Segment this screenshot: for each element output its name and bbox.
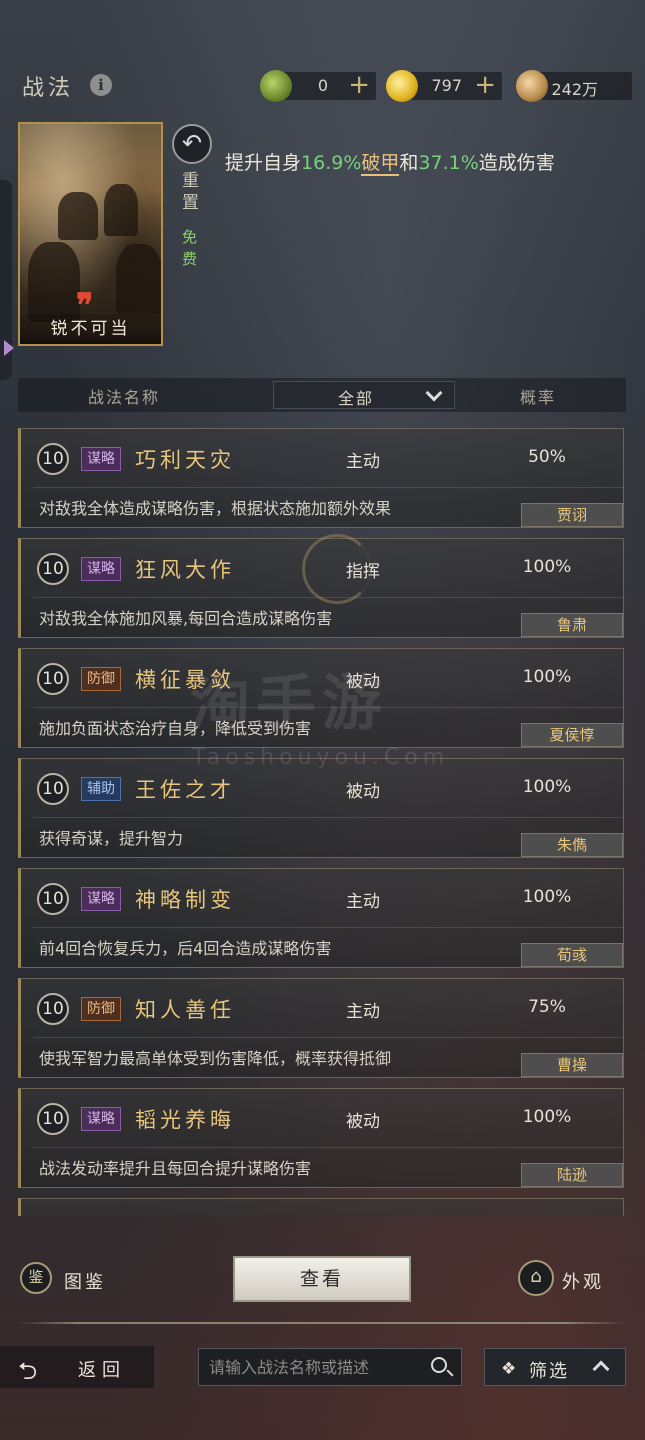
appearance-icon[interactable]: ⌂: [518, 1260, 554, 1296]
level-badge: 10: [37, 553, 69, 585]
hero-button[interactable]: 荀彧: [521, 943, 623, 967]
hero-button[interactable]: 贾诩: [521, 503, 623, 527]
tactic-tag: 防御: [81, 997, 121, 1021]
tactic-rate: 100%: [522, 1107, 572, 1127]
level-badge: 10: [37, 663, 69, 695]
tactic-row[interactable]: 10 防御 知人善任 主动 75% 使我军智力最高单体受到伤害降低，概率获得抵御…: [18, 978, 624, 1078]
tactic-description: 对敌我全体施加风暴,每回合造成谋略伤害: [39, 609, 333, 628]
level-badge: 10: [37, 443, 69, 475]
currency-value: 797: [431, 76, 462, 95]
hero-button[interactable]: 曹操: [521, 1053, 623, 1077]
page-title: 战法: [22, 76, 75, 101]
side-drawer-arrow-icon[interactable]: [4, 340, 14, 356]
watermark-url: Taoshouyou.Com: [192, 745, 450, 770]
search-box[interactable]: [198, 1348, 462, 1386]
codex-button[interactable]: 图鉴: [64, 1268, 106, 1294]
category-filter-dropdown[interactable]: 全部: [273, 381, 455, 409]
back-button[interactable]: ⮌ 返回: [0, 1346, 154, 1388]
info-icon[interactable]: i: [90, 74, 112, 96]
tactic-type: 主动: [346, 1002, 380, 1022]
hero-button[interactable]: 鲁肃: [521, 613, 623, 637]
filter-diamond-icon: ❖: [501, 1359, 517, 1379]
level-badge: 10: [37, 773, 69, 805]
tactic-row[interactable]: 10 谋略 神略制变 主动 100% 前4回合恢复兵力，后4回合造成谋略伤害 荀…: [18, 868, 624, 968]
tactic-tag: 防御: [81, 667, 121, 691]
tactic-description: 使我军智力最高单体受到伤害降低，概率获得抵御: [39, 1049, 392, 1068]
filter-button[interactable]: ❖ 筛选: [484, 1348, 626, 1386]
chevron-up-icon: [592, 1360, 610, 1378]
gold-coin-icon: [386, 70, 418, 102]
list-column-header: 战法名称 全部 概率: [18, 378, 626, 412]
tactic-effect-description: 提升自身16.9%破甲和37.1%造成伤害: [225, 152, 555, 176]
tactic-tag: 辅助: [81, 777, 121, 801]
jade-coin-icon: [260, 70, 292, 102]
level-badge: 10: [37, 993, 69, 1025]
tactic-name: 神略制变: [135, 888, 235, 912]
tactic-card-image[interactable]: ❞ 锐不可当: [18, 122, 163, 346]
tactic-type: 被动: [346, 782, 380, 802]
back-arrow-icon: ⮌: [18, 1357, 38, 1385]
level-badge: 10: [37, 1103, 69, 1135]
tactic-name: 知人善任: [135, 998, 235, 1022]
tactic-rate: 50%: [528, 447, 566, 467]
tactic-name: 韬光养晦: [135, 1108, 235, 1132]
tactic-row[interactable]: 10 谋略 巧利天灾 主动 50% 对敌我全体造成谋略伤害，根据状态施加额外效果…: [18, 428, 624, 528]
appearance-button[interactable]: 外观: [562, 1268, 604, 1294]
tactic-name: 巧利天灾: [135, 448, 235, 472]
loading-spinner-icon: [302, 534, 372, 604]
tactic-description: 获得奇谋，提升智力: [39, 829, 184, 848]
tactic-rate: 100%: [522, 557, 572, 577]
level-badge: 10: [37, 883, 69, 915]
filter-value: 全部: [338, 389, 375, 408]
search-icon[interactable]: [431, 1357, 447, 1373]
tactic-tag: 谋略: [81, 887, 121, 911]
column-rate: 概率: [520, 388, 557, 407]
tactic-name: 王佐之才: [135, 778, 235, 802]
tactic-type: 主动: [346, 452, 380, 472]
tactic-description: 战法发动率提升且每回合提升谋略伤害: [39, 1159, 312, 1178]
divider: [18, 1322, 627, 1324]
currency-copper: 242万: [516, 70, 632, 102]
tactic-tag: 谋略: [81, 447, 121, 471]
codex-icon[interactable]: 鉴: [20, 1262, 52, 1294]
tactic-rate: 75%: [528, 997, 566, 1017]
watermark-text: 淘手游: [190, 669, 388, 739]
tactic-row[interactable]: 10 谋略 韬光养晦 被动 100% 战法发动率提升且每回合提升谋略伤害 陆逊: [18, 1088, 624, 1188]
filter-label: 筛选: [529, 1361, 569, 1382]
tactic-type: 被动: [346, 1112, 380, 1132]
tactic-name: 狂风大作: [135, 558, 235, 582]
search-input[interactable]: [209, 1355, 419, 1379]
currency-value: 0: [317, 76, 328, 95]
hero-button[interactable]: 陆逊: [521, 1163, 623, 1187]
chevron-down-icon: [425, 384, 443, 402]
tactic-row-partial[interactable]: [18, 1198, 624, 1216]
add-gold-button[interactable]: +: [474, 70, 496, 100]
add-jade-button[interactable]: +: [348, 70, 370, 100]
tactic-type: 主动: [346, 892, 380, 912]
currency-jade: 0 +: [260, 70, 376, 102]
tactic-description: 对敌我全体造成谋略伤害，根据状态施加额外效果: [39, 499, 392, 518]
tactic-tag: 谋略: [81, 1107, 121, 1131]
column-name: 战法名称: [88, 388, 161, 407]
tactic-row[interactable]: 10 辅助 王佐之才 被动 100% 获得奇谋，提升智力 朱儁: [18, 758, 624, 858]
hero-button[interactable]: 夏侯惇: [521, 723, 623, 747]
tactic-rate: 100%: [522, 777, 572, 797]
keyword-armor-break[interactable]: 破甲: [361, 152, 400, 176]
copper-coin-icon: [516, 70, 548, 102]
reset-icon[interactable]: ↶: [172, 124, 212, 164]
tactic-card-name: 锐不可当: [20, 314, 161, 344]
header-bar: 战法 i 0 + 797 + 242万: [0, 62, 645, 108]
tactic-rate: 100%: [522, 887, 572, 907]
hero-button[interactable]: 朱儁: [521, 833, 623, 857]
free-label: 免费: [182, 228, 198, 268]
currency-value: 242万: [551, 80, 598, 99]
reset-label[interactable]: 重置: [182, 170, 204, 214]
tactic-description: 前4回合恢复兵力，后4回合造成谋略伤害: [39, 939, 332, 958]
tactic-rate: 100%: [522, 667, 572, 687]
tactic-tag: 谋略: [81, 557, 121, 581]
view-button[interactable]: 查看: [233, 1256, 411, 1302]
back-label: 返回: [78, 1360, 126, 1381]
currency-gold: 797 +: [386, 70, 502, 102]
